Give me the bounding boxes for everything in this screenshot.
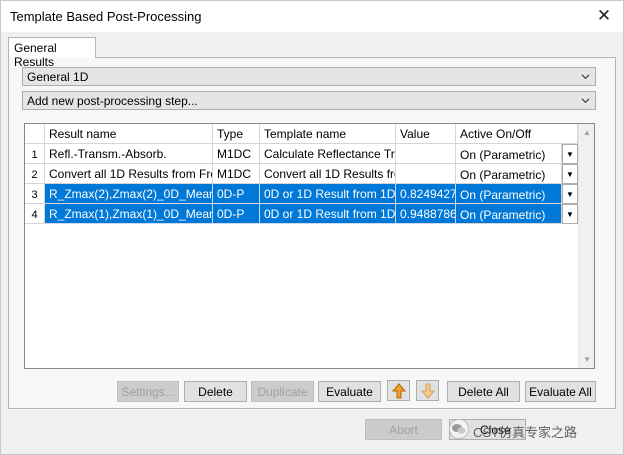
scroll-up-icon[interactable]: ▲ bbox=[579, 124, 594, 141]
result-name-cell[interactable]: R_Zmax(2),Zmax(2)_0D_Mean bbox=[45, 184, 213, 204]
column-header-active[interactable]: Active On/Off bbox=[456, 124, 578, 144]
evaluate-button[interactable]: Evaluate bbox=[318, 381, 381, 402]
scroll-down-icon[interactable]: ▼ bbox=[579, 351, 594, 368]
value-cell[interactable]: 0.948878629 bbox=[396, 204, 456, 224]
active-select[interactable]: On (Parametric) bbox=[456, 164, 562, 184]
result-type-value: General 1D bbox=[27, 70, 89, 84]
down-arrow-icon bbox=[421, 383, 435, 399]
dialog-window: Template Based Post-Processing ✕ General… bbox=[0, 0, 624, 455]
column-header-value[interactable]: Value bbox=[396, 124, 456, 144]
window-title: Template Based Post-Processing bbox=[10, 9, 202, 24]
add-step-value: Add new post-processing step... bbox=[27, 94, 198, 108]
dropdown-arrow-icon[interactable]: ▼ bbox=[562, 184, 578, 204]
evaluate-all-button[interactable]: Evaluate All bbox=[525, 381, 596, 402]
column-header-template-name[interactable]: Template name bbox=[260, 124, 396, 144]
up-arrow-icon bbox=[392, 383, 406, 399]
result-type-combo[interactable]: General 1D bbox=[22, 67, 596, 86]
wechat-logo-icon bbox=[449, 419, 469, 439]
chevron-down-icon bbox=[581, 74, 590, 80]
move-up-button[interactable] bbox=[387, 380, 410, 401]
result-name-cell[interactable]: Convert all 1D Results from Frequency bbox=[45, 164, 213, 184]
watermark: CST仿真专家之路 bbox=[449, 415, 619, 445]
value-cell[interactable] bbox=[396, 164, 456, 184]
template-name-cell[interactable]: 0D or 1D Result from 1D Result bbox=[260, 184, 396, 204]
column-header-result-name[interactable]: Result name bbox=[45, 124, 213, 144]
header-corner bbox=[25, 124, 45, 144]
move-down-button[interactable] bbox=[416, 380, 439, 401]
duplicate-button[interactable]: Duplicate bbox=[251, 381, 314, 402]
row-number: 1 bbox=[25, 144, 45, 164]
type-cell[interactable]: M1DC bbox=[213, 144, 260, 164]
vertical-scrollbar[interactable]: ▲ ▼ bbox=[578, 124, 594, 368]
abort-button[interactable]: Abort bbox=[365, 419, 442, 440]
row-number: 3 bbox=[25, 184, 45, 204]
result-name-cell[interactable]: R_Zmax(1),Zmax(1)_0D_Mean bbox=[45, 204, 213, 224]
tab-general-results[interactable]: General Results bbox=[8, 37, 96, 69]
template-name-cell[interactable]: Calculate Reflectance Transmittance bbox=[260, 144, 396, 164]
result-name-cell[interactable]: Refl.-Transm.-Absorb. bbox=[45, 144, 213, 164]
active-select[interactable]: On (Parametric) bbox=[456, 184, 562, 204]
watermark-text: CST仿真专家之路 bbox=[473, 425, 578, 440]
type-cell[interactable]: 0D-P bbox=[213, 184, 260, 204]
value-cell[interactable]: 0.824942711 bbox=[396, 184, 456, 204]
active-select[interactable]: On (Parametric) bbox=[456, 204, 562, 224]
dropdown-arrow-icon[interactable]: ▼ bbox=[562, 164, 578, 184]
column-header-type[interactable]: Type bbox=[213, 124, 260, 144]
add-step-combo[interactable]: Add new post-processing step... bbox=[22, 91, 596, 110]
template-name-cell[interactable]: 0D or 1D Result from 1D Result bbox=[260, 204, 396, 224]
row-number: 2 bbox=[25, 164, 45, 184]
type-cell[interactable]: 0D-P bbox=[213, 204, 260, 224]
chevron-down-icon bbox=[581, 98, 590, 104]
title-bar: Template Based Post-Processing ✕ bbox=[1, 1, 623, 32]
settings-button[interactable]: Settings... bbox=[117, 381, 179, 402]
delete-all-button[interactable]: Delete All bbox=[447, 381, 520, 402]
dropdown-arrow-icon[interactable]: ▼ bbox=[562, 144, 578, 164]
type-cell[interactable]: M1DC bbox=[213, 164, 260, 184]
active-select[interactable]: On (Parametric) bbox=[456, 144, 562, 164]
delete-button[interactable]: Delete bbox=[184, 381, 247, 402]
value-cell[interactable] bbox=[396, 144, 456, 164]
row-number: 4 bbox=[25, 204, 45, 224]
dropdown-arrow-icon[interactable]: ▼ bbox=[562, 204, 578, 224]
close-icon[interactable]: ✕ bbox=[595, 7, 613, 25]
template-name-cell[interactable]: Convert all 1D Results from Frequency bbox=[260, 164, 396, 184]
post-processing-table: Result name Type Template name Value Act… bbox=[24, 123, 595, 369]
